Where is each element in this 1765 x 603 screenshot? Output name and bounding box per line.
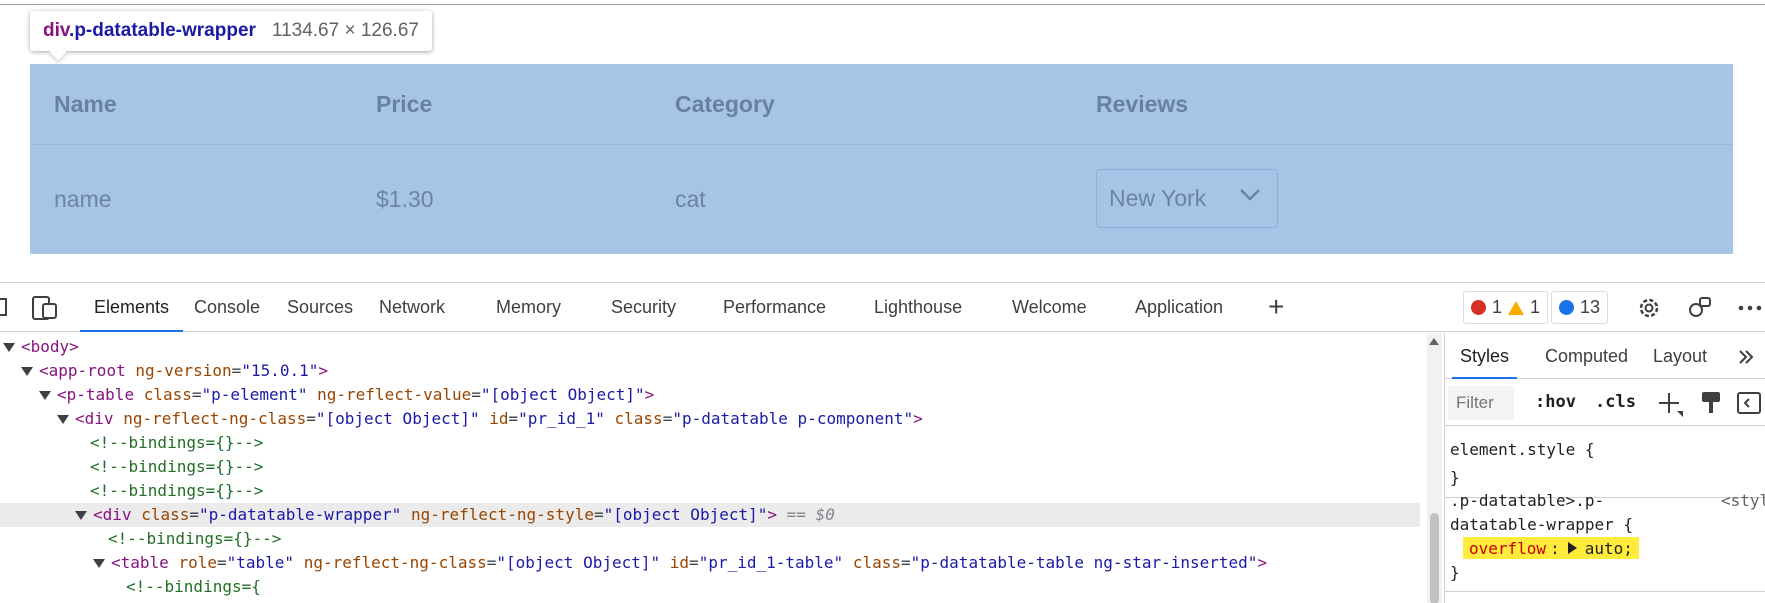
dom-comment[interactable]: <!--bindings={}--> <box>90 431 1427 455</box>
message-counter[interactable]: 13 <box>1551 291 1609 324</box>
tab-welcome[interactable]: Welcome <box>998 283 1101 332</box>
warning-icon <box>1508 300 1525 315</box>
element-style-close-brace: } <box>1450 468 1460 487</box>
styles-filter-bar: :hov .cls <box>1445 380 1765 426</box>
styles-pane: Styles Computed Layout :hov .cls element… <box>1444 333 1765 603</box>
cls-toggle[interactable]: .cls <box>1595 392 1636 412</box>
rule-selector-line2[interactable]: datatable-wrapper { <box>1450 515 1633 534</box>
tab-memory[interactable]: Memory <box>482 283 575 332</box>
css-property-name[interactable]: overflow <box>1469 539 1546 558</box>
issue-counters[interactable]: 1 1 13 <box>1463 291 1609 324</box>
tab-security[interactable]: Security <box>597 283 690 332</box>
error-count: 1 <box>1492 297 1503 317</box>
chevron-down-icon <box>1240 189 1260 201</box>
tab-elements[interactable]: Elements <box>80 283 184 332</box>
tab-console[interactable]: Console <box>180 283 274 332</box>
gear-icon[interactable] <box>1636 295 1662 321</box>
tooltip-selector: div.p-datatable-wrapper <box>43 20 256 41</box>
add-tab-icon[interactable]: + <box>1268 293 1284 321</box>
header-name[interactable]: Name <box>54 91 117 118</box>
customize-devtools-icon[interactable] <box>1687 295 1713 321</box>
dom-node-datatable-wrapper-selected[interactable]: <div class="p-datatable-wrapper" ng-refl… <box>0 503 1420 527</box>
rule-source-link[interactable]: <styl <box>1721 491 1765 510</box>
tab-application[interactable]: Application <box>1121 283 1237 332</box>
more-options-icon[interactable] <box>1738 304 1762 312</box>
dom-comment[interactable]: <!--bindings={}--> <box>90 455 1427 479</box>
styles-filter-input[interactable] <box>1448 386 1514 420</box>
devtools-panel: Elements Console Sources Network Memory … <box>0 282 1765 603</box>
rule-divider <box>1445 591 1765 592</box>
tab-layout[interactable]: Layout <box>1645 333 1715 379</box>
tab-computed[interactable]: Computed <box>1537 333 1636 379</box>
page-viewport: Name Price Category Reviews name $1.30 c… <box>0 0 1765 282</box>
overflow-declaration[interactable]: overflow: auto; <box>1463 537 1639 559</box>
element-inspect-tooltip: div.p-datatable-wrapper 1134.67 × 126.67 <box>30 11 432 61</box>
header-price[interactable]: Price <box>376 91 432 118</box>
expand-triangle-icon[interactable] <box>1567 542 1577 554</box>
dom-comment[interactable]: <!--bindings={ <box>126 575 1427 599</box>
new-style-rule-icon[interactable] <box>1657 391 1683 417</box>
scroll-up-arrow[interactable] <box>1429 338 1439 345</box>
cell-name: name <box>54 186 112 212</box>
element-style-selector[interactable]: element.style { <box>1450 440 1595 459</box>
tab-sources[interactable]: Sources <box>273 283 367 332</box>
error-icon <box>1471 300 1486 315</box>
dom-node-table[interactable]: <table role="table" ng-reflect-ng-class=… <box>93 551 1427 575</box>
device-toolbar-icon[interactable] <box>32 296 58 320</box>
toolbar-right-actions <box>1636 295 1762 321</box>
cell-category: cat <box>675 186 706 212</box>
dom-tree[interactable]: <body> <app-root ng-version="15.0.1"> <p… <box>0 333 1427 603</box>
dom-comment[interactable]: <!--bindings={}--> <box>108 527 1427 551</box>
dom-comment[interactable]: <!--bindings={}--> <box>90 479 1427 503</box>
dom-node-p-table[interactable]: <p-table class="p-element" ng-reflect-va… <box>39 383 1427 407</box>
table-header-row: Name Price Category Reviews <box>30 64 1733 145</box>
tooltip-arrow <box>49 43 67 61</box>
table-row: name $1.30 cat New York <box>30 145 1733 254</box>
scrollbar-thumb[interactable] <box>1430 513 1439 603</box>
devtools-toolbar: Elements Console Sources Network Memory … <box>0 283 1765 332</box>
viewport-divider <box>0 4 1765 5</box>
inspect-element-icon[interactable] <box>0 296 12 320</box>
tab-network[interactable]: Network <box>365 283 459 332</box>
message-icon <box>1559 300 1575 315</box>
paint-brush-icon[interactable] <box>1701 391 1721 415</box>
toggle-sidebar-icon[interactable] <box>1737 392 1761 414</box>
datatable-wrapper-highlight: Name Price Category Reviews name $1.30 c… <box>30 64 1733 254</box>
dom-node-app-root[interactable]: <app-root ng-version="15.0.1"> <box>21 359 1427 383</box>
header-category[interactable]: Category <box>675 91 775 118</box>
city-dropdown-value: New York <box>1109 185 1207 211</box>
tab-lighthouse[interactable]: Lighthouse <box>860 283 976 332</box>
tab-styles[interactable]: Styles <box>1452 333 1518 379</box>
message-count: 13 <box>1580 297 1601 317</box>
more-tabs-chevron-icon[interactable] <box>1738 349 1754 365</box>
tab-performance[interactable]: Performance <box>709 283 840 332</box>
error-warning-counter[interactable]: 1 1 <box>1463 291 1549 324</box>
css-property-value[interactable]: auto; <box>1585 539 1633 558</box>
rule-selector-line1[interactable]: .p-datatable>.p- <box>1450 491 1604 510</box>
styles-tabbar: Styles Computed Layout <box>1445 333 1765 379</box>
header-reviews[interactable]: Reviews <box>1096 91 1188 118</box>
hov-toggle[interactable]: :hov <box>1535 392 1576 412</box>
cell-price: $1.30 <box>376 186 434 212</box>
city-dropdown[interactable]: New York <box>1096 169 1278 228</box>
rule-close-brace: } <box>1450 563 1460 582</box>
warning-count: 1 <box>1530 297 1541 317</box>
dom-node-body[interactable]: <body> <box>3 335 1423 359</box>
dom-node-div-datatable[interactable]: <div ng-reflect-ng-class="[object Object… <box>57 407 1427 431</box>
dom-tree-scrollbar[interactable] <box>1427 333 1442 603</box>
tooltip-dimensions: 1134.67 × 126.67 <box>271 20 419 41</box>
